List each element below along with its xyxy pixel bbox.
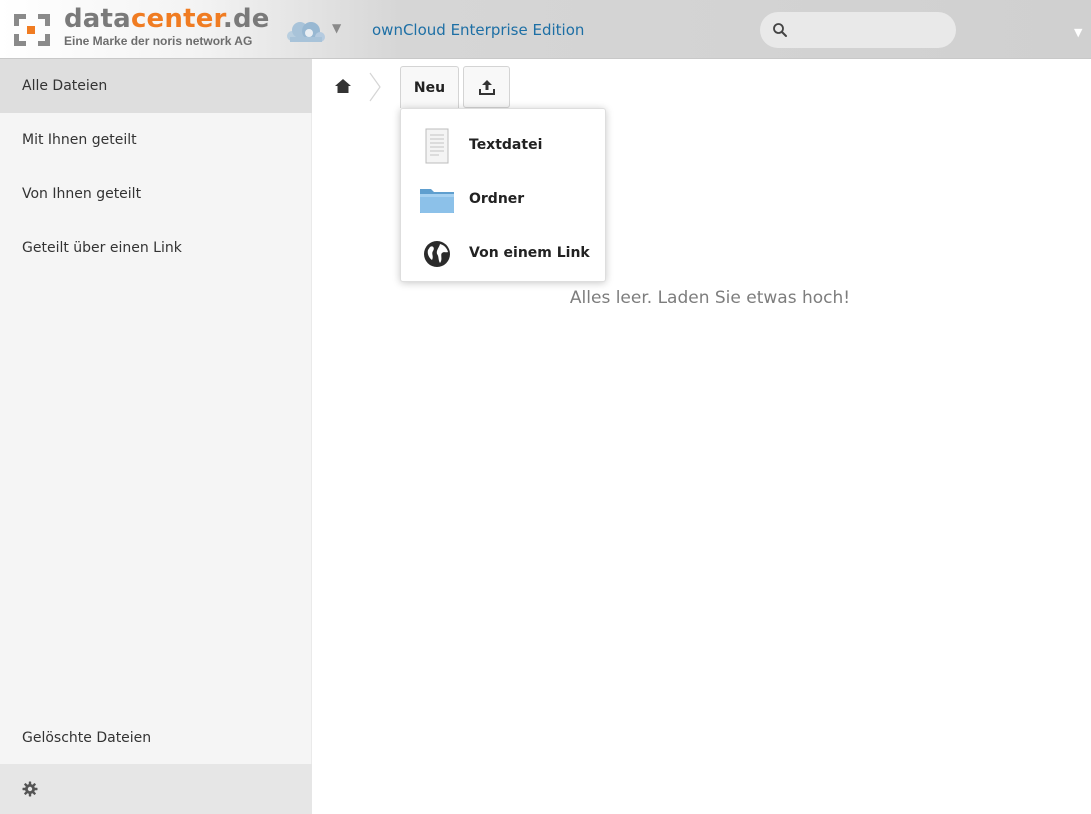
breadcrumb-separator-icon	[369, 72, 381, 102]
brand-name[interactable]: datacenter.de	[64, 4, 270, 34]
sidebar-item-label: Gelöschte Dateien	[22, 730, 152, 746]
brand-tagline: Eine Marke der noris network AG	[64, 34, 253, 48]
sidebar-item-all-files[interactable]: Alle Dateien	[0, 59, 312, 113]
new-dropdown-menu: Textdatei Ordner Von einem Link	[400, 108, 606, 282]
search-input[interactable]	[794, 16, 944, 44]
search-icon	[773, 23, 787, 37]
sidebar-item-label: Alle Dateien	[22, 78, 108, 94]
settings-bar[interactable]	[0, 764, 312, 814]
menu-item-from-link[interactable]: Von einem Link	[401, 227, 605, 281]
menu-item-label: Ordner	[469, 191, 525, 207]
upload-button[interactable]	[463, 66, 510, 108]
globe-icon	[424, 241, 450, 267]
menu-item-folder[interactable]: Ordner	[401, 173, 605, 227]
app-header: datacenter.de Eine Marke der noris netwo…	[0, 0, 1091, 59]
brand-part-tld: .de	[222, 4, 270, 34]
sidebar-item-deleted-files[interactable]: Gelöschte Dateien	[0, 711, 312, 765]
sidebar-item-label: Mit Ihnen geteilt	[22, 132, 137, 148]
new-button[interactable]: Neu	[400, 66, 459, 108]
sidebar-item-shared-by-you[interactable]: Von Ihnen geteilt	[0, 167, 312, 221]
app-menu-caret-icon[interactable]: ▼	[332, 21, 341, 35]
app-title[interactable]: ownCloud Enterprise Edition	[372, 21, 584, 39]
text-file-icon	[425, 128, 449, 164]
sidebar-item-label: Geteilt über einen Link	[22, 240, 182, 256]
sidebar: Alle Dateien Mit Ihnen geteilt Von Ihnen…	[0, 59, 312, 814]
empty-folder-message: Alles leer. Laden Sie etwas hoch!	[569, 288, 851, 308]
gear-icon[interactable]	[22, 781, 38, 797]
home-icon[interactable]	[334, 78, 352, 94]
sidebar-item-shared-by-link[interactable]: Geteilt über einen Link	[0, 221, 312, 275]
menu-item-label: Von einem Link	[469, 245, 590, 261]
owncloud-cloud-icon[interactable]	[284, 20, 328, 44]
folder-icon	[420, 189, 454, 213]
brand-part-center: center	[130, 4, 223, 34]
menu-item-text-file[interactable]: Textdatei	[401, 119, 605, 173]
datacenter-logo-icon[interactable]	[12, 12, 52, 48]
sidebar-item-label: Von Ihnen geteilt	[22, 186, 142, 202]
sidebar-item-shared-with-you[interactable]: Mit Ihnen geteilt	[0, 113, 312, 167]
search-box[interactable]	[760, 12, 956, 48]
upload-icon	[479, 80, 495, 95]
user-menu-caret-icon[interactable]: ▼	[1074, 26, 1082, 39]
menu-item-label: Textdatei	[469, 137, 543, 153]
brand-part-data: data	[64, 4, 131, 34]
